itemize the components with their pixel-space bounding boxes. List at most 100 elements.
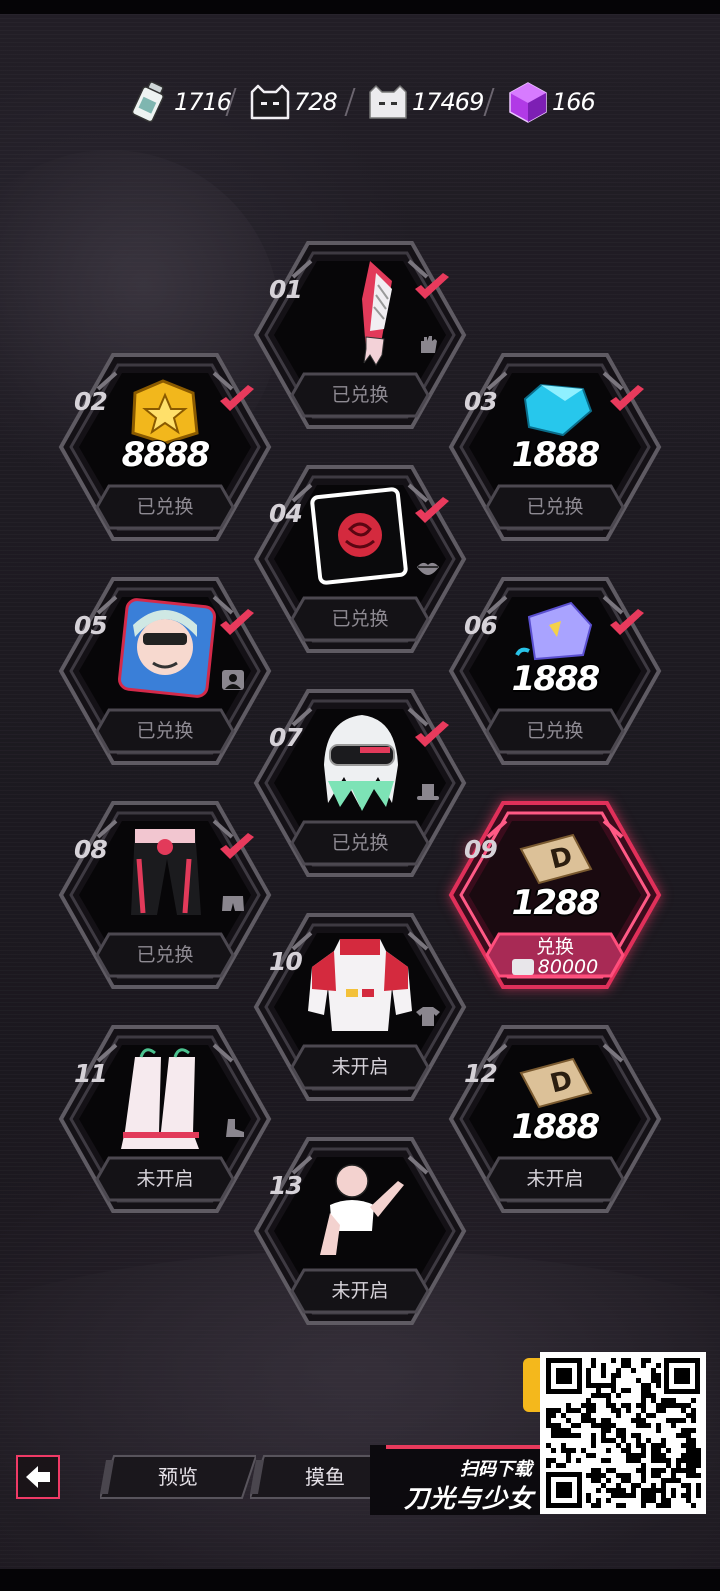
back-arrow-icon [26, 1466, 50, 1488]
reward-number: 02 [74, 387, 108, 416]
currency-purple-cube-value: 166 [552, 88, 596, 116]
exchange-screen: 1716 728 17469 166 01 已兑换 02 8888 已兑换 03 1888 已… [0, 0, 720, 1591]
redeemed-badge: 已兑换 [95, 932, 235, 978]
white-cat-icon [511, 959, 534, 975]
currency-dark-cat: 728 [248, 72, 338, 132]
purple-cube-icon [506, 80, 550, 124]
locked-badge: 未开启 [290, 1044, 430, 1090]
currency-white-cat-value: 17469 [412, 88, 484, 116]
shorts-icon [220, 893, 246, 915]
reward-04-rose-frame-reward[interactable]: 04 已兑换 [253, 461, 467, 661]
bottle-icon [128, 80, 172, 124]
check-icon [413, 273, 451, 303]
reward-amount: 1288 [511, 883, 601, 923]
redeemed-badge: 已兑换 [290, 372, 430, 418]
status-label: 已兑换 [136, 944, 194, 966]
check-icon [218, 833, 256, 863]
boot-icon [220, 1117, 246, 1139]
check-icon [608, 609, 646, 639]
locked-badge: 未开启 [485, 1156, 625, 1202]
status-label: 未开启 [331, 1280, 389, 1302]
reward-07-hair-goggles-reward[interactable]: 07 已兑换 [253, 685, 467, 885]
redeemed-badge: 已兑换 [95, 484, 235, 530]
hair-goggles-image [300, 707, 420, 817]
boots-image [105, 1043, 225, 1153]
lips-icon [415, 557, 441, 579]
currency-bottle: 1716 [128, 72, 232, 132]
status-label: 未开启 [526, 1168, 584, 1190]
check-icon [218, 609, 256, 639]
status-label: 已兑换 [526, 720, 584, 742]
check-icon [413, 497, 451, 527]
exchange-cost-value: 80000 [537, 956, 599, 978]
reward-01-glove-reward[interactable]: 01 已兑换 [253, 237, 467, 437]
reward-number: 03 [464, 387, 498, 416]
reward-number: 04 [269, 499, 303, 528]
status-label: 未开启 [136, 1168, 194, 1190]
status-bar [0, 0, 720, 14]
redeemed-badge: 已兑换 [485, 708, 625, 754]
back-button[interactable] [16, 1455, 60, 1499]
reward-number: 12 [464, 1059, 498, 1088]
currency-dark-cat-value: 728 [294, 88, 338, 116]
reward-amount: 8888 [121, 435, 211, 475]
reward-amount: 1888 [511, 1107, 601, 1147]
redeemed-badge: 已兑换 [485, 484, 625, 530]
reward-05-avatar-reward[interactable]: 05 已兑换 [58, 573, 272, 773]
jacket-image [300, 931, 420, 1041]
reward-number: 08 [74, 835, 108, 864]
reward-12-ticket-reward-2[interactable]: D 12 1888 未开启 [448, 1021, 662, 1221]
locked-badge: 未开启 [290, 1268, 430, 1314]
white-cat-icon [366, 80, 410, 124]
reward-03-diamond-reward[interactable]: 03 1888 已兑换 [448, 349, 662, 549]
currency-bar: 1716 728 17469 166 [0, 72, 720, 132]
redeemed-badge: 已兑换 [290, 596, 430, 642]
reward-number: 13 [269, 1171, 303, 1200]
reward-02-gold-coin-reward[interactable]: 02 8888 已兑换 [58, 349, 272, 549]
currency-purple-cube: 166 [506, 72, 596, 132]
reward-06-crystal-ticket-reward[interactable]: 06 1888 已兑换 [448, 573, 662, 773]
reward-11-boots-reward[interactable]: 11 未开启 [58, 1021, 272, 1221]
glove-icon [415, 333, 441, 355]
promo-accent-bar [386, 1445, 540, 1449]
qr-code [540, 1352, 706, 1514]
status-label: 已兑换 [136, 496, 194, 518]
reward-number: 10 [269, 947, 303, 976]
reward-08-pants-reward[interactable]: 08 已兑换 [58, 797, 272, 997]
status-label: 已兑换 [136, 720, 194, 742]
preview-tab-label: 预览 [158, 1465, 198, 1489]
currency-white-cat: 17469 [366, 72, 484, 132]
status-label: 已兑换 [331, 384, 389, 406]
exchange-cost: 80000 [485, 956, 625, 978]
pose-image [300, 1155, 420, 1265]
avatar-image [105, 595, 225, 705]
currency-bottle-value: 1716 [174, 88, 232, 116]
reward-10-jacket-reward[interactable]: 10 未开启 [253, 909, 467, 1109]
reward-number: 09 [464, 835, 498, 864]
dark-cat-icon [248, 80, 292, 124]
reward-amount: 1888 [511, 435, 601, 475]
reward-13-pose-reward[interactable]: 13 未开启 [253, 1133, 467, 1333]
status-label: 已兑换 [331, 832, 389, 854]
rose-frame-image [300, 483, 420, 593]
preview-tab[interactable]: 预览 [100, 1454, 256, 1500]
reward-number: 11 [74, 1059, 108, 1088]
reward-number: 05 [74, 611, 108, 640]
reward-number: 01 [269, 275, 303, 304]
hat-icon [415, 781, 441, 803]
redeemed-badge: 已兑换 [95, 708, 235, 754]
check-icon [218, 385, 256, 415]
exchange-button[interactable]: 兑换 80000 [485, 932, 625, 978]
locked-badge: 未开启 [95, 1156, 235, 1202]
download-promo[interactable]: 扫码下载 刀光与少女 [370, 1445, 540, 1515]
shirt-icon [415, 1005, 441, 1027]
promo-scan-text: 扫码下载 [460, 1459, 532, 1480]
glove-image [300, 259, 420, 369]
check-icon [413, 721, 451, 751]
portrait-icon [220, 669, 246, 691]
reward-number: 06 [464, 611, 498, 640]
status-label: 已兑换 [526, 496, 584, 518]
reward-09-ticket-reward[interactable]: D 09 1288 兑换 80000 [448, 797, 662, 997]
status-label: 已兑换 [331, 608, 389, 630]
check-icon [608, 385, 646, 415]
